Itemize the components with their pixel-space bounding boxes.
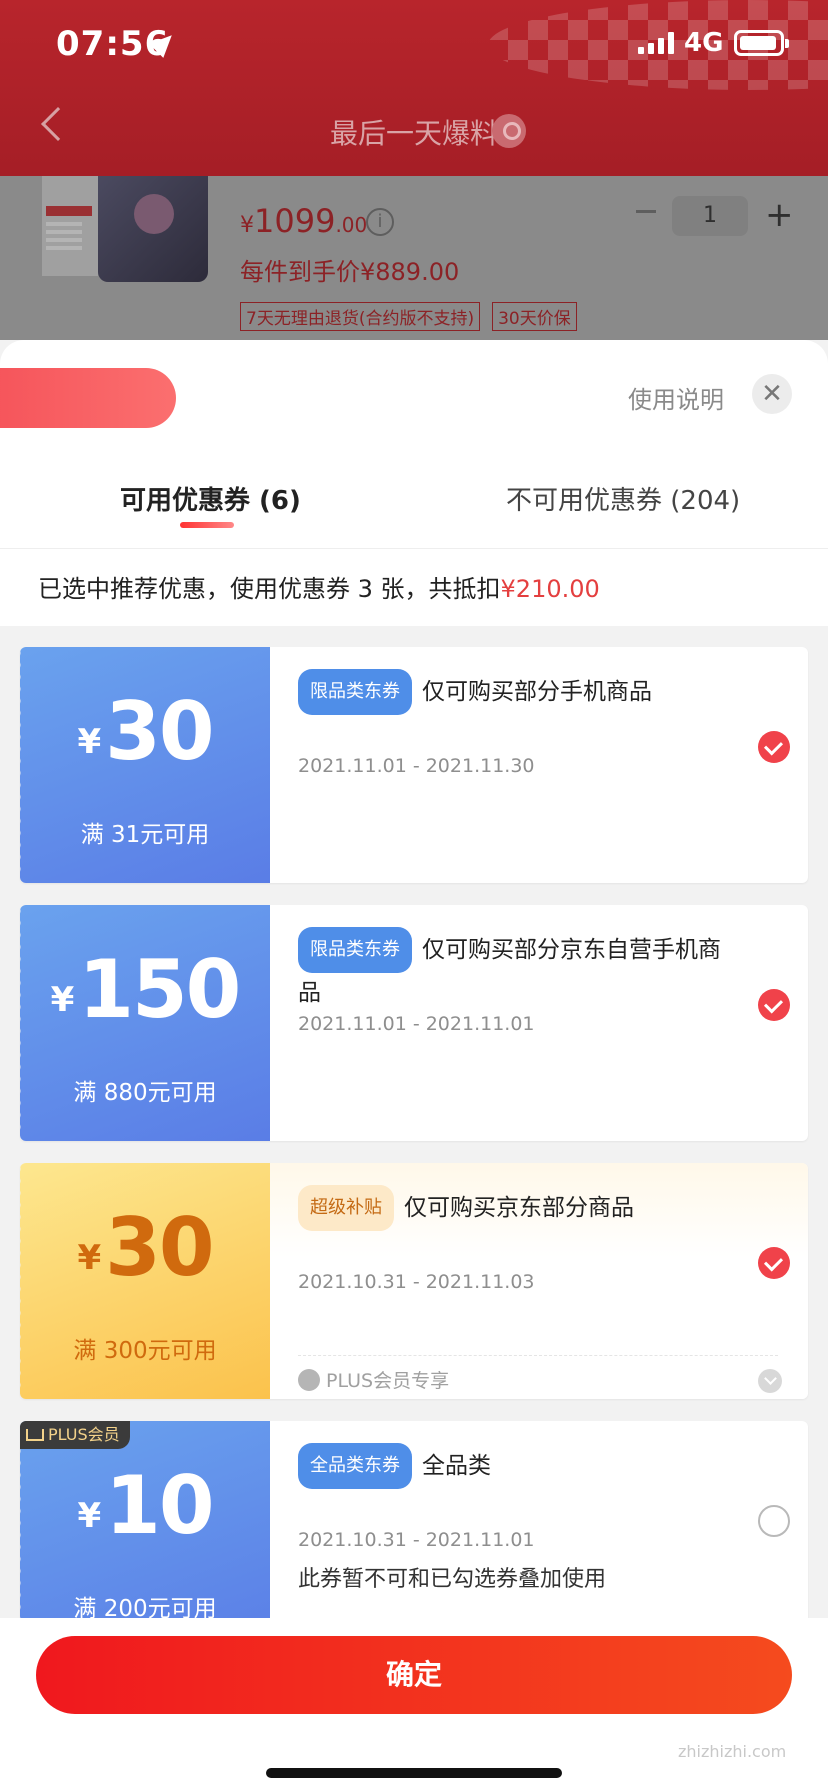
footer: 确定 zhizhizhi.com xyxy=(0,1618,828,1792)
crown-icon xyxy=(298,1369,320,1391)
quantity-plus-button[interactable]: + xyxy=(765,198,794,232)
coupon-amount: ¥10 xyxy=(77,1459,215,1552)
product-row: ¥1099.00 i 每件到手价¥889.00 7天无理由退货(合约版不支持) … xyxy=(0,176,828,340)
coupon-badge: 超级补贴 xyxy=(298,1185,394,1231)
plus-member-tag: PLUS会员 xyxy=(20,1421,130,1449)
product-image xyxy=(42,176,208,282)
selection-summary: 已选中推荐优惠，使用优惠券 3 张，共抵扣¥210.00 xyxy=(0,548,828,626)
coupon-title: 全品类东券 全品类 xyxy=(298,1443,738,1489)
page-title: 最后一天爆料 xyxy=(329,117,498,150)
coupon-condition: 满 880元可用 xyxy=(73,1080,217,1106)
coupon-conflict-note: 此券暂不可和已勾选券叠加使用 xyxy=(298,1567,607,1592)
close-icon: ✕ xyxy=(761,379,783,409)
crown-icon xyxy=(26,1429,44,1441)
coupon-value-panel: ¥30 满 300元可用 xyxy=(20,1163,270,1399)
sheet-header: 使用说明 ✕ 可用优惠券 (6) 不可用优惠券 (204) xyxy=(0,340,828,548)
coupon-details: 限品类东券 仅可购买部分京东自营手机商品 2021.11.01 - 2021.11… xyxy=(270,905,808,1141)
coupon-badge: 全品类东券 xyxy=(298,1443,412,1489)
service-tag: 30天价保 xyxy=(492,302,577,331)
summary-text: 已选中推荐优惠，使用优惠券 3 张，共抵扣 xyxy=(38,575,501,603)
quantity-field[interactable]: 1 xyxy=(672,196,748,236)
coupon-sheet: 使用说明 ✕ 可用优惠券 (6) 不可用优惠券 (204) 已选中推荐优惠，使用… xyxy=(0,340,828,1792)
sheet-title-pill xyxy=(0,368,176,428)
coupon-title: 限品类东券 仅可购买部分京东自营手机商品 xyxy=(298,927,738,1013)
close-button[interactable]: ✕ xyxy=(752,374,792,414)
coupon-details: 超级补贴 仅可购买京东部分商品 2021.10.31 - 2021.11.03 P… xyxy=(270,1163,808,1399)
signal-icon xyxy=(638,32,674,54)
coupon-card[interactable]: ¥30 满 300元可用 超级补贴 仅可购买京东部分商品 2021.10.31 -… xyxy=(20,1163,808,1399)
info-icon[interactable]: i xyxy=(366,208,394,236)
coupon-condition: 满 300元可用 xyxy=(73,1338,217,1364)
watermark: zhizhizhi.com xyxy=(678,1742,787,1761)
service-tag: 7天无理由退货(合约版不支持) xyxy=(240,302,481,331)
coupon-amount: ¥150 xyxy=(50,943,242,1036)
coupon-dates: 2021.11.01 - 2021.11.30 xyxy=(298,755,535,777)
tab-unavailable-coupons[interactable]: 不可用优惠券 (204) xyxy=(506,480,740,517)
battery-icon xyxy=(734,30,789,56)
coupon-dates: 2021.10.31 - 2021.11.01 xyxy=(298,1529,535,1551)
coupon-details: 限品类东券 仅可购买部分手机商品 2021.11.01 - 2021.11.30 xyxy=(270,647,808,883)
active-tab-indicator xyxy=(180,522,234,528)
product-price: ¥1099.00 xyxy=(240,202,368,240)
coupon-condition: 满 31元可用 xyxy=(80,822,210,848)
summary-amount: ¥210.00 xyxy=(500,575,600,603)
coupon-card[interactable]: ¥30 满 31元可用 限品类东券 仅可购买部分手机商品 2021.11.01 -… xyxy=(20,647,808,883)
coupon-value-panel: ¥150 满 880元可用 xyxy=(20,905,270,1141)
plus-member-note: PLUS会员专享 xyxy=(298,1355,778,1393)
coupon-value-panel: ¥30 满 31元可用 xyxy=(20,647,270,883)
coupon-checkbox[interactable] xyxy=(758,1247,790,1279)
coupon-dates: 2021.10.31 - 2021.11.03 xyxy=(298,1271,535,1293)
home-indicator xyxy=(266,1768,562,1778)
coupon-title: 超级补贴 仅可购买京东部分商品 xyxy=(298,1185,738,1231)
confirm-button[interactable]: 确定 xyxy=(36,1636,792,1714)
quantity-minus-button[interactable] xyxy=(636,210,656,213)
final-price: 每件到手价¥889.00 xyxy=(240,258,460,286)
service-tags: 7天无理由退货(合约版不支持) 30天价保 xyxy=(240,302,577,331)
coupon-badge: 限品类东券 xyxy=(298,669,412,715)
coupon-checkbox[interactable] xyxy=(758,1505,790,1537)
network-label: 4G xyxy=(684,28,724,58)
coupon-amount: ¥30 xyxy=(77,1201,215,1294)
coupon-checkbox[interactable] xyxy=(758,989,790,1021)
tab-available-coupons[interactable]: 可用优惠券 (6) xyxy=(120,480,301,517)
coupon-badge: 限品类东券 xyxy=(298,927,412,973)
coupon-card[interactable]: ¥150 满 880元可用 限品类东券 仅可购买部分京东自营手机商品 2021.1… xyxy=(20,905,808,1141)
help-link[interactable]: 使用说明 xyxy=(628,380,724,415)
coupon-checkbox[interactable] xyxy=(758,731,790,763)
status-bar: 07:56 4G xyxy=(0,0,828,90)
coupon-title: 限品类东券 仅可购买部分手机商品 xyxy=(298,669,738,715)
coupon-amount: ¥30 xyxy=(77,685,215,778)
coupon-dates: 2021.11.01 - 2021.11.01 xyxy=(298,1013,535,1035)
chevron-down-icon[interactable] xyxy=(758,1369,782,1393)
location-pin-icon[interactable] xyxy=(492,114,526,148)
